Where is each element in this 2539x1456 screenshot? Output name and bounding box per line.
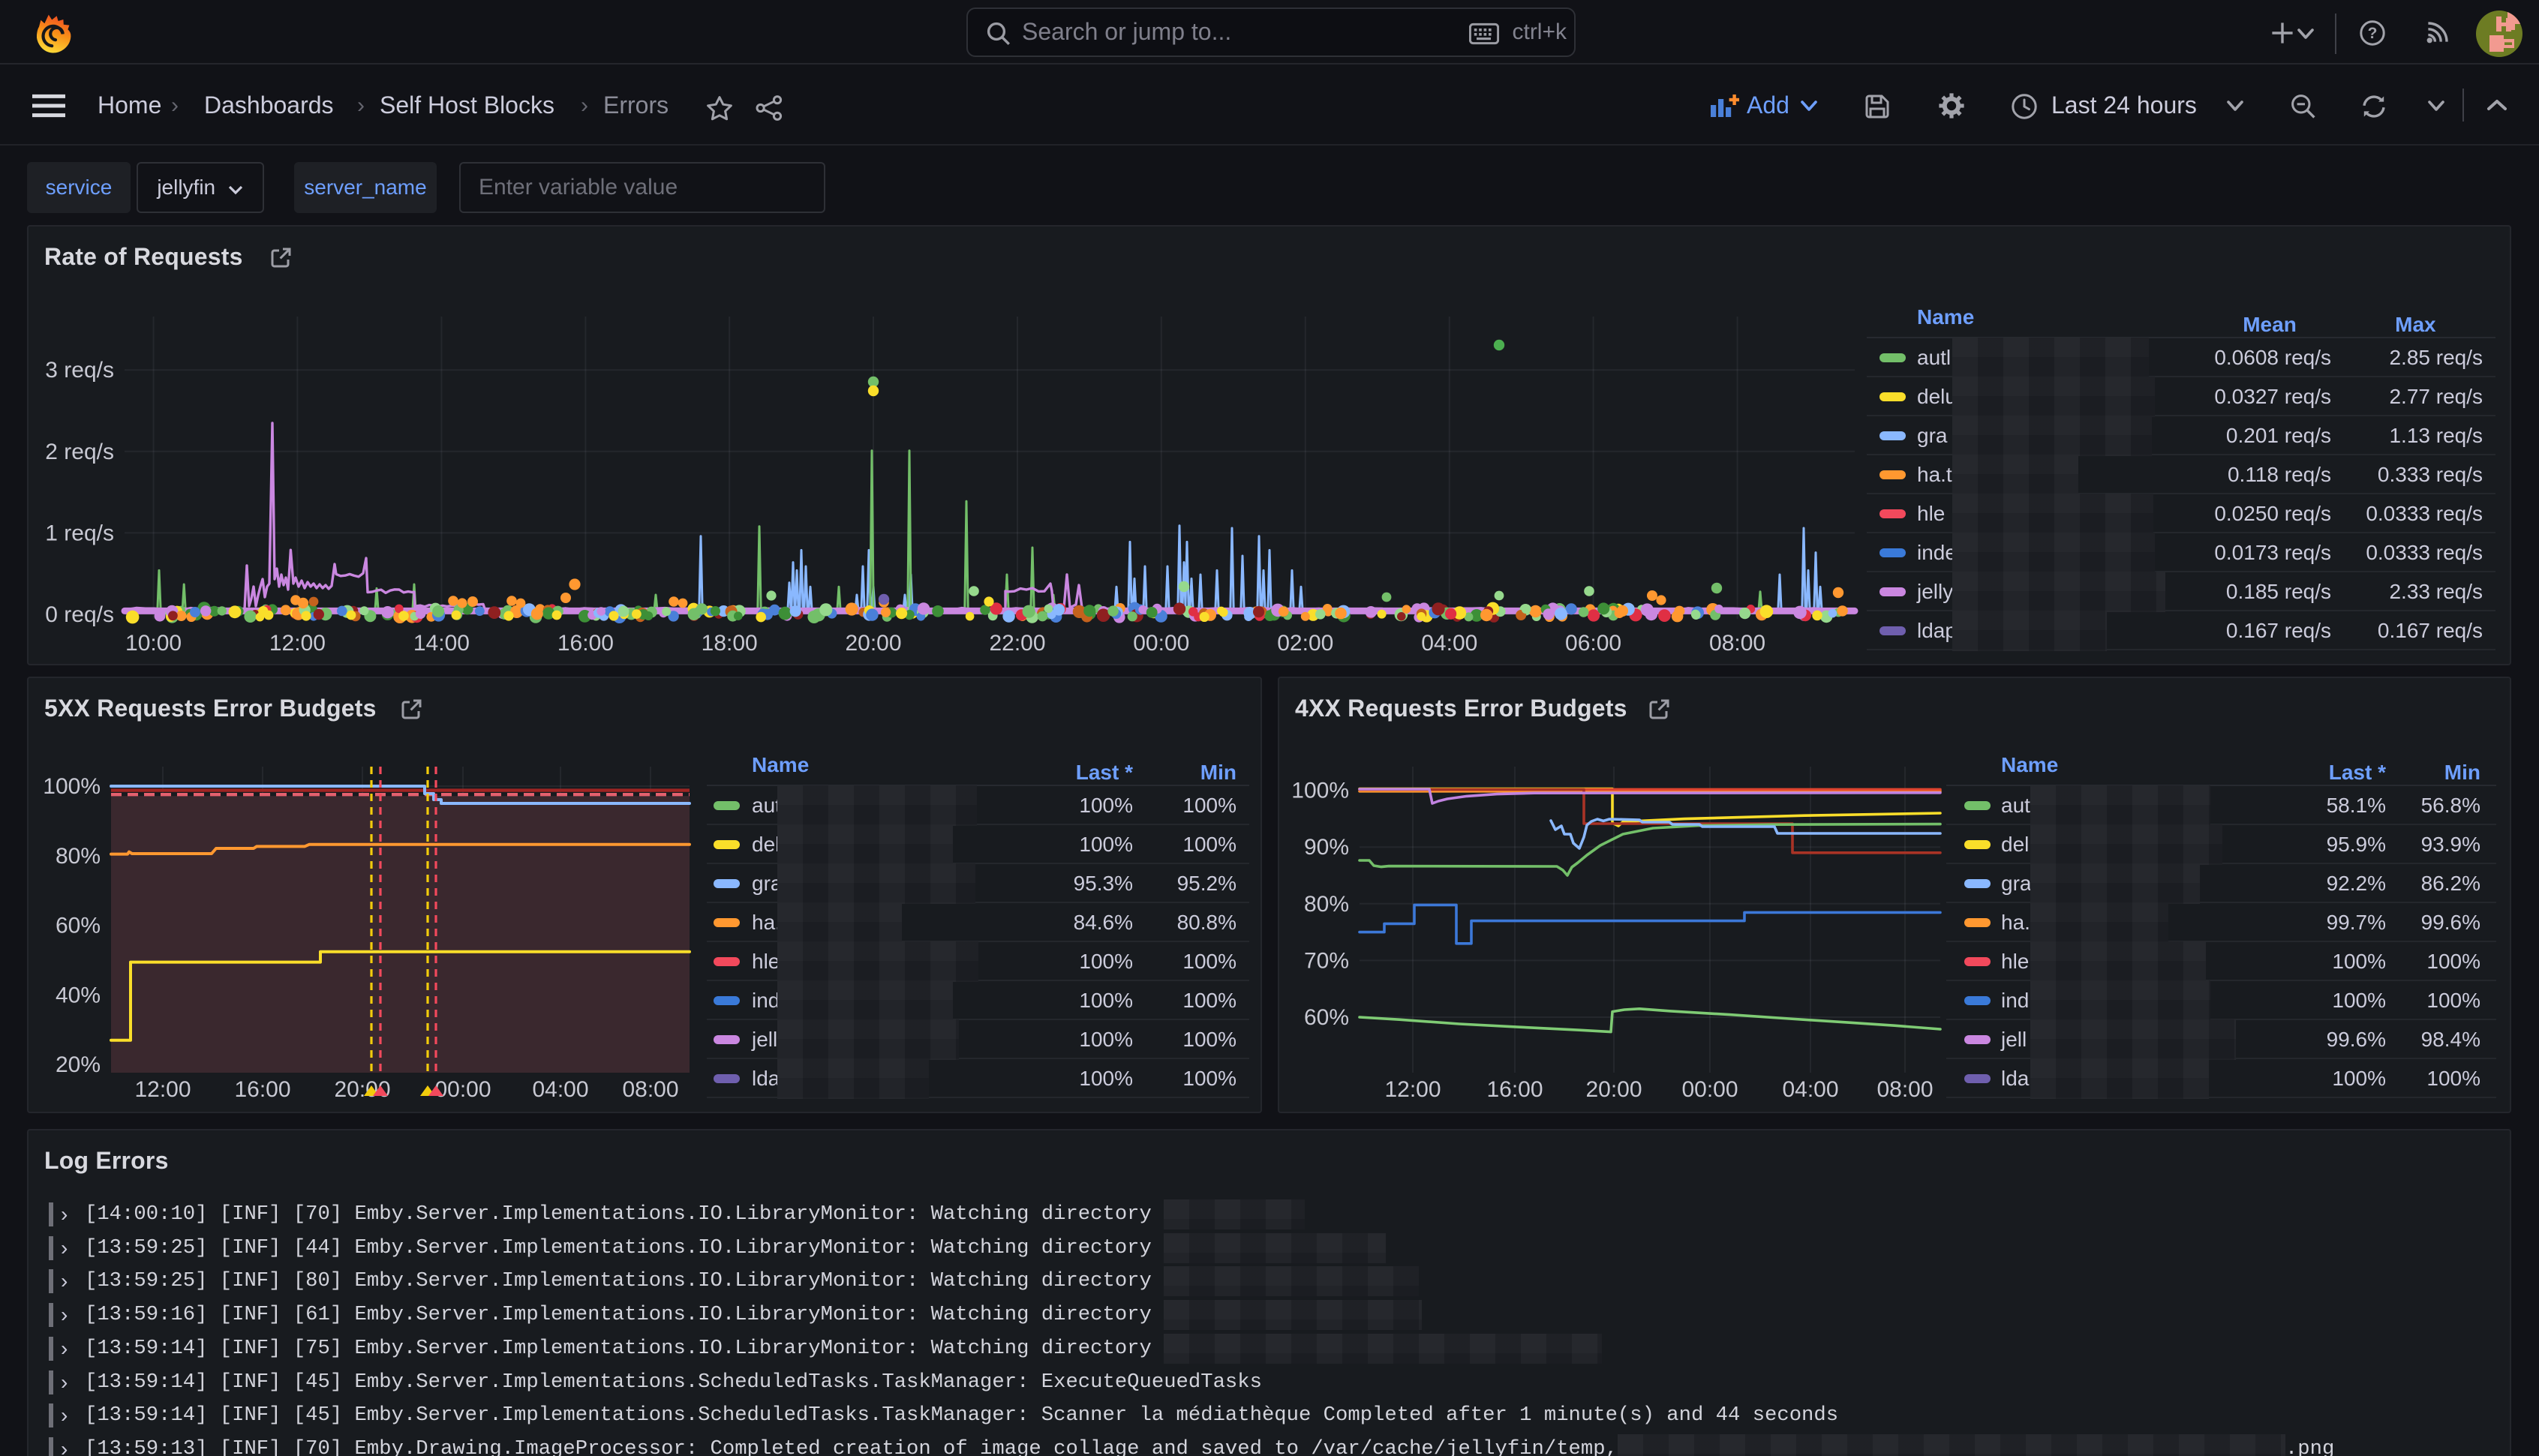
svg-text:00:00: 00:00 [1133,631,1189,656]
svg-text:40%: 40% [56,983,101,1007]
svg-text:00:00: 00:00 [434,1077,491,1102]
svg-text:16:00: 16:00 [234,1077,290,1102]
svg-text:12:00: 12:00 [1384,1077,1441,1102]
svg-text:04:00: 04:00 [1421,631,1477,656]
svg-text:?: ? [2368,25,2378,42]
svg-text:20:00: 20:00 [845,631,901,656]
svg-text:14:00: 14:00 [413,631,470,656]
svg-text:1 req/s: 1 req/s [45,521,114,545]
svg-text:80%: 80% [56,844,101,869]
svg-text:08:00: 08:00 [622,1077,678,1102]
svg-text:10:00: 10:00 [125,631,182,656]
svg-text:08:00: 08:00 [1876,1077,1933,1102]
svg-text:3 req/s: 3 req/s [45,358,114,383]
svg-text:90%: 90% [1304,835,1349,860]
svg-text:16:00: 16:00 [557,631,614,656]
svg-text:100%: 100% [43,774,101,799]
svg-text:04:00: 04:00 [1782,1077,1838,1102]
svg-text:2 req/s: 2 req/s [45,440,114,464]
svg-text:06:00: 06:00 [1565,631,1621,656]
svg-text:100%: 100% [1291,779,1349,803]
svg-text:04:00: 04:00 [532,1077,588,1102]
svg-text:70%: 70% [1304,948,1349,973]
svg-text:60%: 60% [1304,1005,1349,1030]
svg-text:08:00: 08:00 [1709,631,1765,656]
svg-text:80%: 80% [1304,892,1349,917]
svg-text:20%: 20% [56,1052,101,1077]
svg-text:16:00: 16:00 [1486,1077,1543,1102]
svg-text:60%: 60% [56,914,101,938]
svg-text:0 req/s: 0 req/s [45,602,114,627]
svg-text:18:00: 18:00 [702,631,758,656]
svg-text:00:00: 00:00 [1681,1077,1738,1102]
svg-text:12:00: 12:00 [269,631,326,656]
svg-text:22:00: 22:00 [989,631,1045,656]
svg-text:02:00: 02:00 [1277,631,1333,656]
svg-text:12:00: 12:00 [134,1077,191,1102]
svg-text:20:00: 20:00 [1585,1077,1642,1102]
